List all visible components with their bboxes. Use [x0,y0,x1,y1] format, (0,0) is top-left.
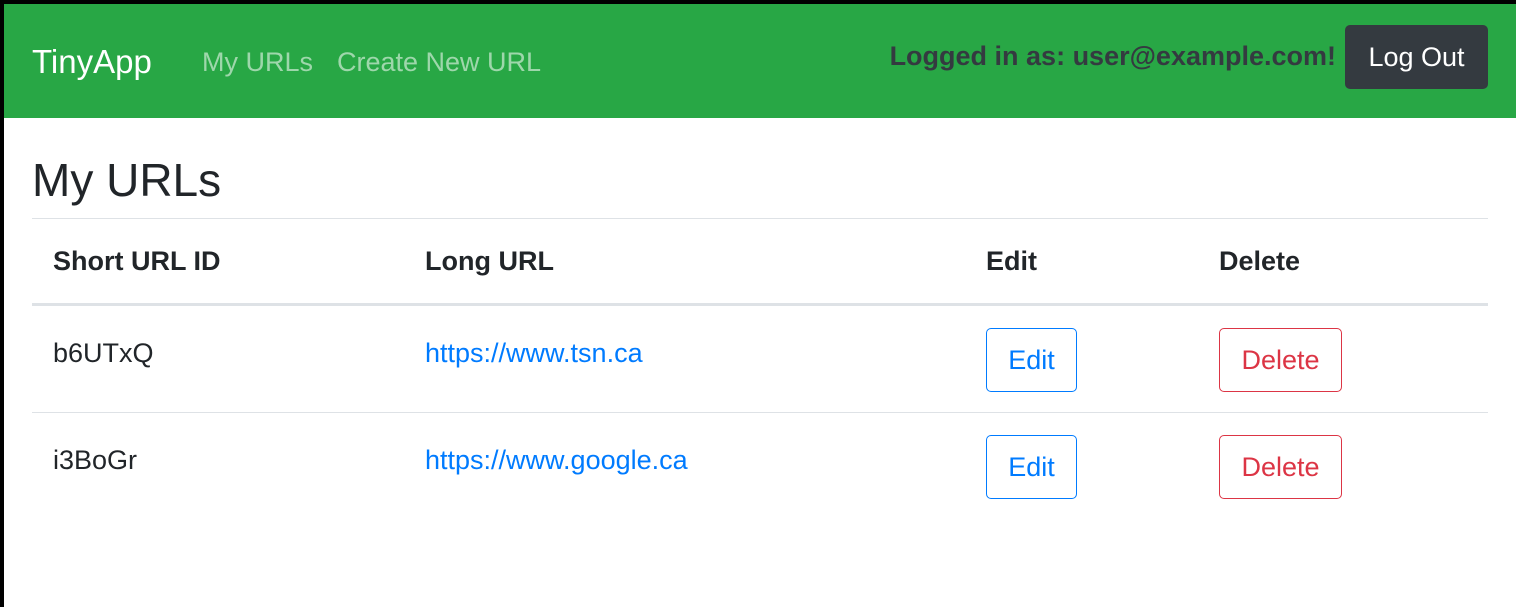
delete-button[interactable]: Delete [1219,435,1342,499]
header-delete: Delete [1198,218,1488,306]
long-url-link[interactable]: https://www.tsn.ca [425,336,643,370]
table-body: b6UTxQ https://www.tsn.ca Edit Delete i3… [32,304,1488,521]
brand-link[interactable]: TinyApp [32,42,152,82]
edit-button[interactable]: Edit [986,435,1077,499]
header-edit: Edit [965,218,1198,306]
delete-cell: Delete [1198,413,1488,521]
short-url-cell: i3BoGr [32,413,404,521]
long-url-cell: https://www.tsn.ca [404,304,965,413]
header-long-url: Long URL [404,218,965,306]
table-header: Short URL ID Long URL Edit Delete [32,218,1488,306]
short-url-cell: b6UTxQ [32,304,404,413]
short-url-id: i3BoGr [53,445,138,475]
table-header-row: Short URL ID Long URL Edit Delete [32,218,1488,306]
logged-in-status: Logged in as: user@example.com! [889,41,1336,71]
delete-cell: Delete [1198,304,1488,413]
short-url-id: b6UTxQ [53,338,154,368]
long-url-link[interactable]: https://www.google.ca [425,443,688,477]
table-row: b6UTxQ https://www.tsn.ca Edit Delete [32,304,1488,413]
navbar: TinyApp My URLs Create New URL Logged in… [4,4,1516,118]
table-row: i3BoGr https://www.google.ca Edit Delete [32,413,1488,521]
logout-button[interactable]: Log Out [1345,25,1488,89]
edit-cell: Edit [965,304,1198,413]
app-window: TinyApp My URLs Create New URL Logged in… [4,4,1516,607]
delete-button[interactable]: Delete [1219,328,1342,392]
edit-button[interactable]: Edit [986,328,1077,392]
nav-link-my-urls[interactable]: My URLs [202,44,313,80]
urls-table: Short URL ID Long URL Edit Delete b6UTxQ… [32,218,1488,521]
nav-link-create-new-url[interactable]: Create New URL [337,44,541,80]
page-title: My URLs [32,154,222,206]
long-url-cell: https://www.google.ca [404,413,965,521]
edit-cell: Edit [965,413,1198,521]
header-short-url-id: Short URL ID [32,218,404,306]
